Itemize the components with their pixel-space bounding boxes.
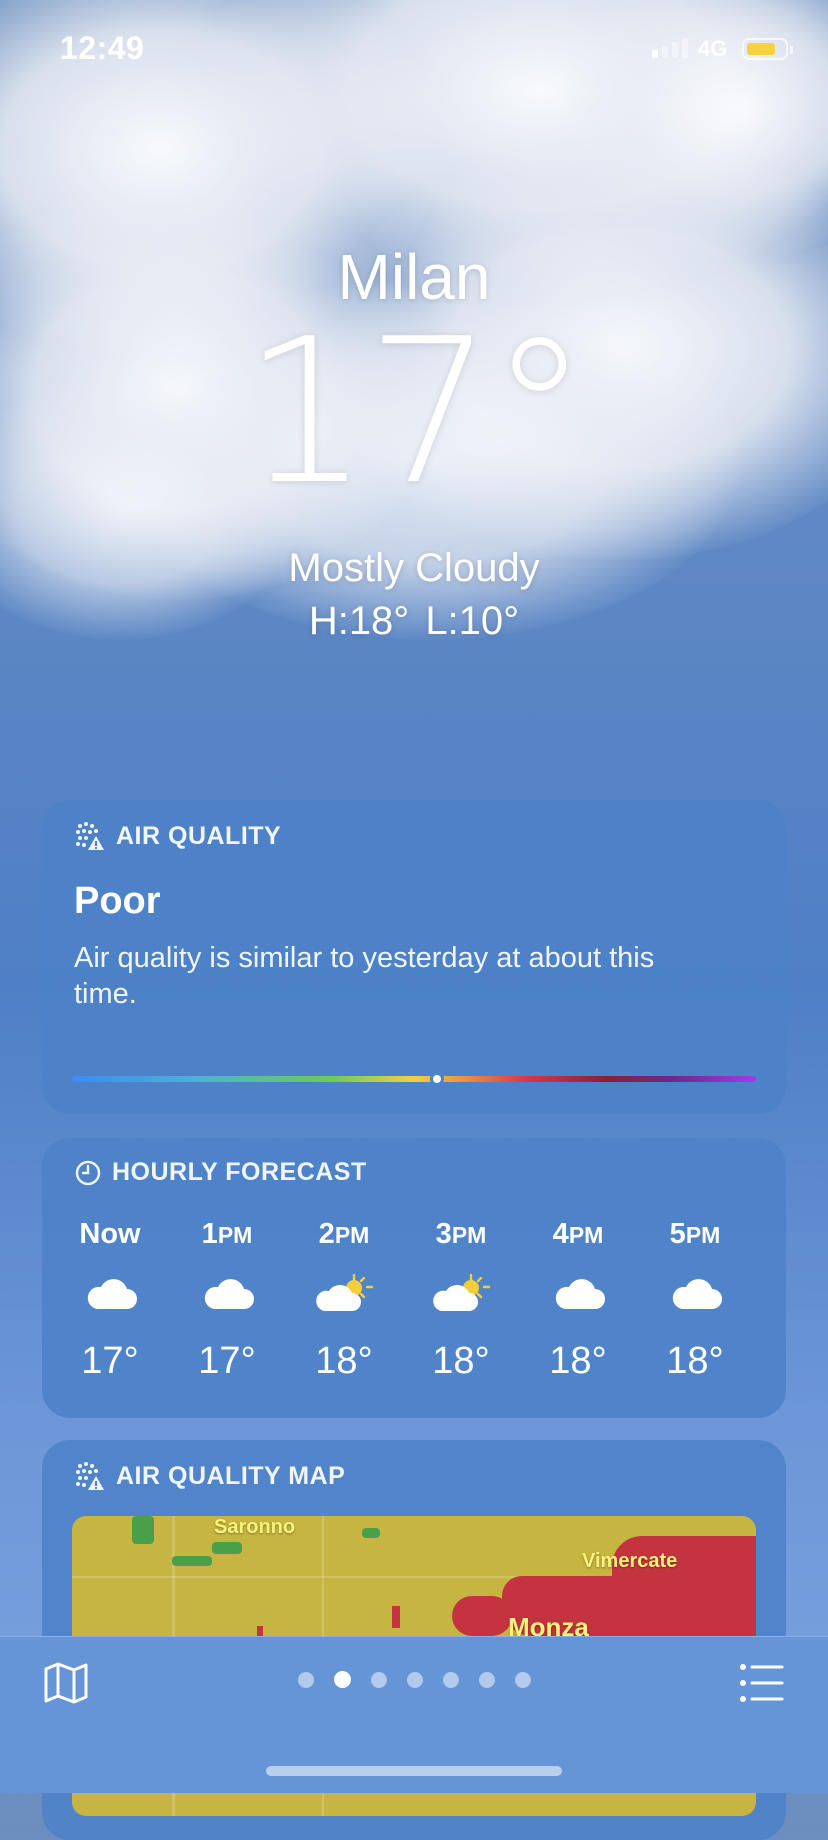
hour-column: 4PM 18° [528, 1218, 628, 1383]
current-weather: Milan 17° Mostly Cloudy H:18° L:10° [0, 240, 828, 644]
page-indicator[interactable] [298, 1671, 531, 1688]
map-town-vimercate: Vimercate [582, 1550, 678, 1572]
hour-temperature: 18° [666, 1340, 724, 1382]
hour-column: 3PM 18° [411, 1218, 511, 1383]
air-quality-scale [72, 1076, 756, 1082]
cloud-icon [74, 1258, 160, 1328]
hour-temperature: 18° [549, 1340, 607, 1382]
air-quality-map-title: AIR QUALITY MAP [116, 1461, 346, 1490]
partly-sunny-icon [294, 1258, 394, 1328]
page-dot[interactable] [443, 1671, 459, 1688]
current-temperature: 17° [242, 296, 590, 529]
hour-temperature: 18° [432, 1340, 490, 1382]
hourly-strip[interactable]: Now17°1PM17°2PM18°3PM18°4PM18°5PM18°61 [74, 1218, 786, 1408]
hour-label: 1PM [201, 1218, 253, 1250]
hourly-forecast-card[interactable]: HOURLY FORECAST Now 17° 1PM 17° 2PM 18° 3PM 18°… [42, 1138, 786, 1418]
map-town-saronno: Saronno [214, 1516, 296, 1538]
page-dot[interactable] [515, 1671, 531, 1688]
air-quality-map-header: AIR QUALITY MAP [74, 1460, 345, 1492]
hour-temperature: 17° [198, 1340, 256, 1382]
cloud-icon [645, 1258, 745, 1328]
hour-column: 61 [762, 1218, 786, 1383]
status-bar: 12:49 4G [0, 0, 828, 100]
hour-temperature: 1 [762, 1340, 786, 1383]
cloud-icon [528, 1258, 628, 1328]
map-icon[interactable] [42, 1659, 90, 1707]
high-temp: H:18° [308, 599, 410, 643]
battery-icon [742, 38, 793, 60]
hour-label: 4PM [552, 1218, 604, 1250]
air-quality-icon [76, 1462, 104, 1490]
hourly-forecast-title: HOURLY FORECAST [112, 1158, 367, 1186]
hour-column: 2PM 18° [294, 1218, 394, 1383]
hour-label: 3PM [435, 1218, 487, 1250]
hour-temperature: 17° [81, 1340, 139, 1382]
hour-label: 5PM [669, 1218, 721, 1250]
hour-column: Now 17° [74, 1218, 160, 1383]
partly-sunny-icon [411, 1258, 511, 1328]
page-dot[interactable] [371, 1671, 387, 1688]
air-quality-description: Air quality is similar to yesterday at a… [74, 942, 655, 1010]
high-low: H:18° L:10° [0, 599, 828, 644]
home-indicator[interactable] [266, 1766, 562, 1776]
air-quality-title: AIR QUALITY [116, 821, 282, 850]
network-type: 4G [698, 36, 728, 61]
hour-label: 2PM [318, 1218, 370, 1250]
cloud-icon [762, 1258, 786, 1328]
condition-text: Mostly Cloudy [288, 546, 540, 590]
list-icon[interactable] [738, 1659, 786, 1707]
clock-icon [75, 1160, 101, 1185]
hour-temperature: 18° [315, 1340, 373, 1382]
air-quality-header: AIR QUALITY [74, 820, 281, 852]
cloud-icon [177, 1258, 277, 1328]
air-quality-card[interactable]: AIR QUALITY Poor Air quality is similar … [42, 800, 786, 1114]
air-quality-marker [430, 1072, 444, 1086]
signal-icon [652, 38, 688, 58]
hourly-forecast-header: HOURLY FORECAST [74, 1158, 367, 1187]
page-dot[interactable] [334, 1671, 351, 1688]
air-quality-level: Poor [74, 880, 161, 922]
page-dot[interactable] [479, 1671, 495, 1688]
page-dot[interactable] [298, 1671, 314, 1688]
hour-column: 1PM 17° [177, 1218, 277, 1383]
hour-column: 5PM 18° [645, 1218, 745, 1383]
hour-label: Now [79, 1218, 141, 1250]
air-quality-icon [76, 822, 104, 850]
page-dot[interactable] [407, 1671, 423, 1688]
hour-label: 6 [762, 1218, 786, 1258]
status-time: 12:49 [60, 30, 145, 66]
low-temp: L:10° [425, 599, 520, 643]
